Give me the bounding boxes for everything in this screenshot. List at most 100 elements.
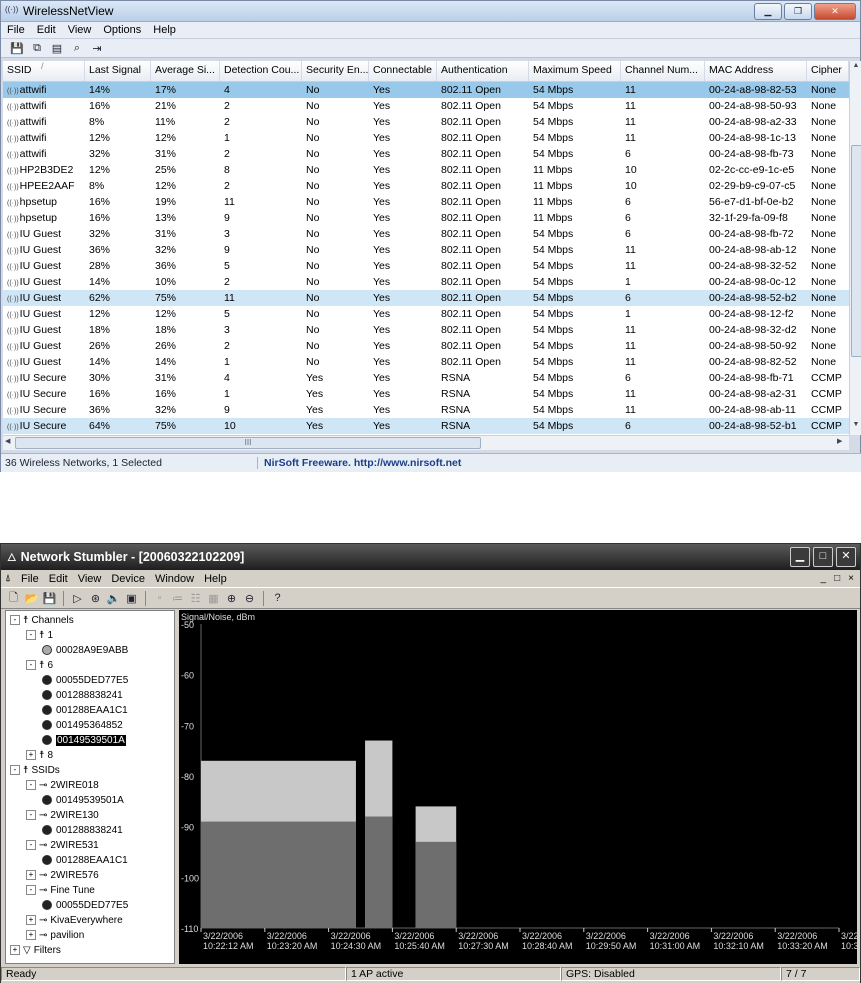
column-header[interactable]: Average Si... bbox=[151, 61, 220, 81]
scroll-right-icon[interactable]: ▶ bbox=[837, 437, 842, 445]
table-row[interactable]: ((·))IU Guest 28% 36% 5 No Yes 802.11 Open 54 M… bbox=[3, 258, 849, 274]
expand-icon[interactable]: + bbox=[26, 915, 36, 925]
collapse-icon[interactable]: - bbox=[10, 765, 20, 775]
auto-config-icon[interactable]: ⊛ bbox=[88, 591, 103, 606]
large-icons-icon[interactable]: ▫ bbox=[152, 591, 167, 606]
close-button[interactable]: ✕ bbox=[814, 2, 856, 20]
tree-ssid[interactable]: + ⊸ KivaEverywhere bbox=[26, 913, 123, 927]
expand-icon[interactable]: + bbox=[26, 750, 36, 760]
table-row[interactable]: ((·))IU Guest 18% 18% 3 No Yes 802.11 Open 54 M… bbox=[3, 322, 849, 338]
tree-ap[interactable]: 001288EAA1C1 bbox=[42, 853, 128, 867]
table-row[interactable]: ((·))hpsetup 16% 19% 11 No Yes 802.11 Open 11 M… bbox=[3, 194, 849, 210]
collapse-icon[interactable]: - bbox=[26, 660, 36, 670]
tree-ap[interactable]: 00055DED77E5 bbox=[42, 898, 128, 912]
menu-file[interactable]: File bbox=[21, 573, 39, 585]
menu-device[interactable]: Device bbox=[111, 573, 145, 585]
scroll-left-icon[interactable]: ◀ bbox=[5, 437, 10, 445]
menu-file[interactable]: File bbox=[7, 24, 25, 36]
tree-ssid[interactable]: - ⊸ 2WIRE531 bbox=[26, 838, 99, 852]
tree-ap[interactable]: 00055DED77E5 bbox=[42, 673, 128, 687]
table-row[interactable]: ((·))attwifi 16% 21% 2 No Yes 802.11 Open 54 Mb… bbox=[3, 98, 849, 114]
properties-icon[interactable]: ▤ bbox=[49, 41, 65, 56]
tree-channels[interactable]: - ☨ Channels bbox=[10, 613, 74, 627]
table-row[interactable]: ((·))IU Guest 12% 12% 5 No Yes 802.11 Open 54 M… bbox=[3, 306, 849, 322]
scroll-up-icon[interactable]: ▲ bbox=[851, 62, 861, 74]
minimize-button[interactable]: ▁ bbox=[754, 2, 782, 20]
tree-filters[interactable]: + ▽ Filters bbox=[10, 943, 61, 957]
table-row[interactable]: ((·))IU Guest 14% 14% 1 No Yes 802.11 Open 54 M… bbox=[3, 354, 849, 370]
mdi-restore-button[interactable]: □ bbox=[834, 573, 840, 584]
menu-view[interactable]: View bbox=[78, 573, 102, 585]
tree-ssid[interactable]: - ⊸ 2WIRE018 bbox=[26, 778, 99, 792]
menu-window[interactable]: Window bbox=[155, 573, 194, 585]
column-header[interactable]: Last Signal bbox=[85, 61, 151, 81]
menu-help[interactable]: Help bbox=[153, 24, 176, 36]
tree-ssids[interactable]: - ☨ SSIDs bbox=[10, 763, 60, 777]
minimize-button[interactable]: ▁ bbox=[790, 547, 810, 567]
expand-icon[interactable]: + bbox=[26, 930, 36, 940]
menu-edit[interactable]: Edit bbox=[49, 573, 68, 585]
vertical-scrollbar[interactable]: ▲ ▼ bbox=[849, 61, 861, 435]
column-header[interactable]: Channel Num... bbox=[621, 61, 705, 81]
new-icon[interactable]: 🗋 bbox=[6, 591, 21, 606]
save-icon[interactable]: 💾 bbox=[42, 591, 57, 606]
horizontal-scrollbar[interactable]: ◀ III ▶ bbox=[3, 435, 849, 450]
column-header[interactable]: Authentication bbox=[437, 61, 529, 81]
mdi-close-button[interactable]: × bbox=[848, 573, 854, 584]
tree-ssid[interactable]: + ⊸ pavilion bbox=[26, 928, 84, 942]
table-row[interactable]: ((·))IU Secure 16% 16% 1 Yes Yes RSNA 54 Mbps 11… bbox=[3, 386, 849, 402]
list-icon[interactable]: ≔ bbox=[170, 591, 185, 606]
status-link[interactable]: NirSoft Freeware. http://www.nirsoft.net bbox=[258, 457, 461, 469]
options-icon[interactable]: ▣ bbox=[124, 591, 139, 606]
table-row[interactable]: ((·))IU Guest 32% 31% 3 No Yes 802.11 Open 54 M… bbox=[3, 226, 849, 242]
table-row[interactable]: ((·))attwifi 32% 31% 2 No Yes 802.11 Open 54 Mb… bbox=[3, 146, 849, 162]
expand-icon[interactable]: + bbox=[10, 945, 20, 955]
tree-ssid[interactable]: + ⊸ 2WIRE576 bbox=[26, 868, 99, 882]
table-row[interactable]: ((·))HPEE2AAF 8% 12% 2 No Yes 802.11 Open 11 Mb… bbox=[3, 178, 849, 194]
table-row[interactable]: ((·))IU Secure 30% 31% 4 Yes Yes RSNA 54 Mbps 6 0… bbox=[3, 370, 849, 386]
find-icon[interactable]: ⌕ bbox=[69, 41, 85, 56]
table-row[interactable]: ((·))IU Secure 36% 32% 9 Yes Yes RSNA 54 Mbps 11… bbox=[3, 402, 849, 418]
column-header[interactable]: Connectable bbox=[369, 61, 437, 81]
table-row[interactable]: ((·))HP2B3DE2 12% 25% 8 No Yes 802.11 Open 11 M… bbox=[3, 162, 849, 178]
column-header[interactable]: Cipher bbox=[807, 61, 849, 81]
zoom-out-icon[interactable]: ⊖ bbox=[242, 591, 257, 606]
table-row[interactable]: ((·))IU Guest 14% 10% 2 No Yes 802.11 Open 54 M… bbox=[3, 274, 849, 290]
scroll-thumb[interactable] bbox=[851, 145, 861, 357]
tree-channel[interactable]: - ☨ 6 bbox=[26, 658, 53, 672]
menu-help[interactable]: Help bbox=[204, 573, 227, 585]
details-icon[interactable]: ☷ bbox=[188, 591, 203, 606]
tree-ap[interactable]: 00149539501A bbox=[42, 793, 124, 807]
column-header[interactable]: SSID bbox=[3, 61, 85, 81]
table-row[interactable]: ((·))attwifi 14% 17% 4 No Yes 802.11 Open 54 Mb… bbox=[3, 82, 849, 98]
menu-view[interactable]: View bbox=[68, 24, 92, 36]
close-button[interactable]: ✕ bbox=[836, 547, 856, 567]
scroll-down-icon[interactable]: ▼ bbox=[851, 421, 861, 433]
collapse-icon[interactable]: - bbox=[26, 630, 36, 640]
save-icon[interactable]: 💾 bbox=[9, 41, 25, 56]
tree-channel[interactable]: + ☨ 8 bbox=[26, 748, 53, 762]
collapse-icon[interactable]: - bbox=[26, 780, 36, 790]
table-row[interactable]: ((·))IU Guest 62% 75% 11 No Yes 802.11 Open 54 … bbox=[3, 290, 849, 306]
exit-icon[interactable]: ⇥ bbox=[89, 41, 105, 56]
tree-ap[interactable]: 001288EAA1C1 bbox=[42, 703, 128, 717]
open-icon[interactable]: 📂 bbox=[24, 591, 39, 606]
grid-icon[interactable]: ▦ bbox=[206, 591, 221, 606]
mdi-minimize-button[interactable]: _ bbox=[821, 573, 827, 584]
table-row[interactable]: ((·))IU Guest 26% 26% 2 No Yes 802.11 Open 54 M… bbox=[3, 338, 849, 354]
column-header[interactable]: Maximum Speed bbox=[529, 61, 621, 81]
maximize-button[interactable]: ❐ bbox=[784, 2, 812, 20]
tree-ap[interactable]: 001288838241 bbox=[42, 688, 123, 702]
tree-ap[interactable]: 001495364852 bbox=[42, 718, 123, 732]
collapse-icon[interactable]: - bbox=[10, 615, 20, 625]
table-row[interactable]: ((·))attwifi 8% 11% 2 No Yes 802.11 Open 54 Mbp… bbox=[3, 114, 849, 130]
menu-edit[interactable]: Edit bbox=[37, 24, 56, 36]
tree-ap[interactable]: 00028A9E9ABB bbox=[42, 643, 128, 657]
expand-icon[interactable]: + bbox=[26, 870, 36, 880]
tree-channel[interactable]: - ☨ 1 bbox=[26, 628, 53, 642]
tree-ap[interactable]: 00149539501A bbox=[42, 733, 126, 747]
menu-options[interactable]: Options bbox=[103, 24, 141, 36]
collapse-icon[interactable]: - bbox=[26, 840, 36, 850]
table-row[interactable]: ((·))hpsetup 16% 13% 9 No Yes 802.11 Open 11 Mb… bbox=[3, 210, 849, 226]
help-icon[interactable]: ? bbox=[270, 591, 285, 606]
